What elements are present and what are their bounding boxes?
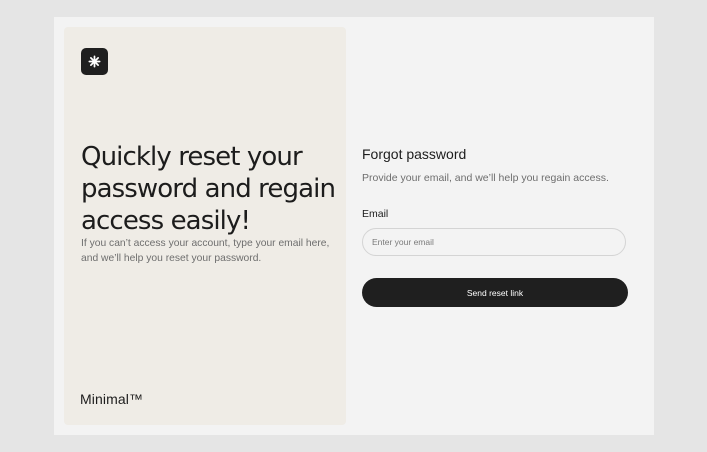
hero-panel: Quickly reset your password and regain a… — [64, 27, 346, 425]
form-subtitle: Provide your email, and we’ll help you r… — [362, 172, 609, 184]
send-reset-link-button[interactable]: Send reset link — [362, 278, 628, 307]
hero-description: If you can’t access your account, type y… — [81, 238, 330, 264]
reset-password-card: Quickly reset your password and regain a… — [54, 17, 654, 435]
email-field[interactable] — [362, 228, 626, 256]
email-label: Email — [362, 208, 389, 220]
logo — [81, 48, 108, 75]
hero-headline: Quickly reset your password and regain a… — [81, 142, 336, 236]
asterisk-icon — [88, 55, 101, 68]
form-title: Forgot password — [362, 146, 467, 162]
brand-name: Minimal™ — [80, 391, 144, 407]
